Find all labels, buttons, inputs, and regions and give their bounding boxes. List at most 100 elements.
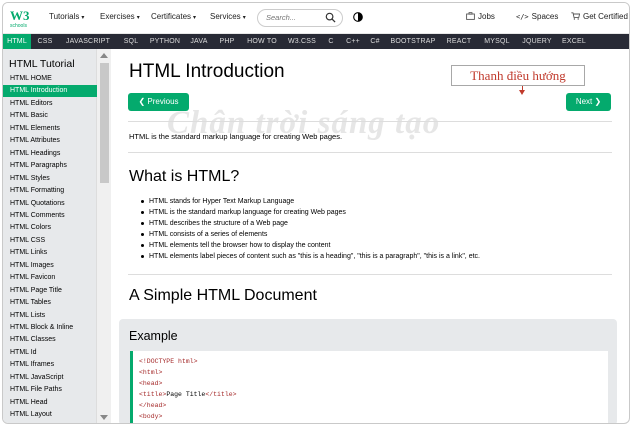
sidebar-item[interactable]: HTML Elements (3, 123, 97, 135)
lang-tab-excel[interactable]: EXCEL (557, 34, 591, 49)
top-bar: W3 schools Tutorials ▾ Exercises ▾ Certifi… (3, 3, 629, 34)
previous-button[interactable]: ❮ Previous (128, 93, 189, 111)
sidebar-item[interactable]: HTML Images (3, 260, 97, 272)
lang-tab-java[interactable]: JAVA (185, 34, 213, 49)
scroll-up-arrow-icon[interactable] (100, 53, 108, 58)
sidebar-item[interactable]: HTML Styles (3, 173, 97, 185)
nav-tutorials[interactable]: Tutorials ▾ (49, 12, 84, 21)
sidebar-item[interactable]: HTML Head (3, 397, 97, 409)
code-line: </head> (139, 400, 608, 411)
page-title: HTML Introduction (129, 61, 285, 82)
lang-tab-css[interactable]: CSS (31, 34, 59, 49)
code-line: <!DOCTYPE html> (139, 356, 608, 367)
code-tag: <body> (139, 413, 163, 420)
search-icon[interactable] (325, 12, 336, 23)
scroll-down-arrow-icon[interactable] (100, 415, 108, 420)
lang-tab-how-to[interactable]: HOW TO (241, 34, 283, 49)
jobs-label: Jobs (478, 12, 495, 21)
get-certified-link[interactable]: Get Certified (571, 12, 628, 21)
lang-tab-sql[interactable]: SQL (117, 34, 145, 49)
lang-tab-python[interactable]: PYTHON (145, 34, 185, 49)
scroll-thumb[interactable] (100, 63, 109, 183)
sidebar-item[interactable]: HTML Tables (3, 297, 97, 309)
divider (128, 152, 612, 153)
sidebar-item[interactable]: HTML CSS (3, 235, 97, 247)
nav-services[interactable]: Services ▾ (210, 12, 246, 21)
lang-tab-mysql[interactable]: MYSQL (477, 34, 517, 49)
code-block: <!DOCTYPE html> <html> <head> <title>Page T… (130, 351, 608, 423)
sidebar-scrollbar[interactable] (97, 49, 111, 423)
sidebar-item[interactable]: HTML Quotations (3, 198, 97, 210)
sidebar-item[interactable]: HTML Comments (3, 210, 97, 222)
dark-mode-icon[interactable] (353, 12, 363, 22)
sidebar-item[interactable]: HTML Page Title (3, 285, 97, 297)
lang-tab-c[interactable]: C (321, 34, 341, 49)
language-nav-bar: HTML CSS JAVASCRIPT SQL PYTHON JAVA PHP HOW TO W… (3, 34, 629, 49)
sidebar-item[interactable]: HTML Introduction (3, 85, 97, 98)
nav-tutorials-label: Tutorials (49, 12, 80, 21)
briefcase-icon (466, 12, 475, 20)
divider (128, 274, 612, 275)
list-item: HTML is the standard markup language for… (141, 207, 480, 218)
sidebar-item[interactable]: HTML File Paths (3, 384, 97, 396)
code-tag: <title> (139, 391, 167, 398)
sidebar-item[interactable]: HTML Headings (3, 148, 97, 160)
w3schools-logo[interactable]: W3 schools (9, 7, 33, 31)
nav-exercises[interactable]: Exercises ▾ (100, 12, 140, 21)
sidebar-item[interactable]: HTML Favicon (3, 272, 97, 284)
code-line: <html> (139, 367, 608, 378)
annotation-arrow-icon (519, 90, 525, 95)
sidebar-item[interactable]: HTML Attributes (3, 135, 97, 147)
chevron-down-icon: ▾ (242, 15, 246, 21)
search-input[interactable] (266, 13, 322, 22)
lang-tab-c-[interactable]: C# (365, 34, 385, 49)
spaces-label: Spaces (531, 12, 559, 21)
cart-icon (571, 12, 581, 20)
sidebar-item[interactable]: HTML Links (3, 247, 97, 259)
sidebar-item[interactable]: HTML HOME (3, 73, 97, 85)
lang-tab-jquery[interactable]: JQUERY (517, 34, 557, 49)
sidebar-item[interactable]: HTML Basic (3, 110, 97, 122)
code-line: <head> (139, 378, 608, 389)
lang-tab-php[interactable]: PHP (213, 34, 241, 49)
sidebar-item[interactable]: HTML Formatting (3, 185, 97, 197)
sidebar-item[interactable]: HTML Colors (3, 222, 97, 234)
simple-document-heading: A Simple HTML Document (129, 287, 317, 304)
sidebar-item[interactable]: HTML Layout (3, 409, 97, 421)
lang-tab-bootstrap[interactable]: BOOTSTRAP (385, 34, 441, 49)
browser-frame: W3 schools Tutorials ▾ Exercises ▾ Certifi… (2, 2, 630, 424)
lang-tab-html[interactable]: HTML (3, 34, 31, 49)
logo-text: W3 (10, 8, 30, 23)
nav-certificates-label: Certificates (151, 12, 192, 21)
nav-certificates[interactable]: Certificates ▾ (151, 12, 196, 21)
next-button[interactable]: Next ❯ (566, 93, 611, 111)
sidebar-item[interactable]: HTML Iframes (3, 359, 97, 371)
code-tag: </head> (139, 402, 167, 409)
sidebar-item[interactable]: HTML JavaScript (3, 372, 97, 384)
jobs-link[interactable]: Jobs (466, 12, 495, 21)
nav-exercises-label: Exercises (100, 12, 135, 21)
sidebar-item[interactable]: HTML Id (3, 347, 97, 359)
example-box: Example <!DOCTYPE html> <html> <head> <titl… (119, 319, 617, 423)
code-line: <body> (139, 411, 608, 422)
lang-tab-javascript[interactable]: JAVASCRIPT (59, 34, 117, 49)
list-item: HTML describes the structure of a Web pa… (141, 218, 480, 229)
sidebar-item[interactable]: HTML Lists (3, 310, 97, 322)
code-tag: <!DOCTYPE html> (139, 358, 198, 365)
divider (128, 121, 612, 122)
sidebar-item[interactable]: HTML Block & Inline (3, 322, 97, 334)
list-item: HTML consists of a series of elements (141, 229, 480, 240)
chevron-down-icon: ▾ (81, 15, 85, 21)
code-text: Page Title (166, 391, 206, 398)
lang-tab-c-[interactable]: C++ (341, 34, 365, 49)
sidebar-item[interactable]: HTML Paragraphs (3, 160, 97, 172)
spaces-link[interactable]: </> Spaces (516, 12, 558, 21)
annotation-callout: Thanh điều hướng (451, 65, 585, 86)
main-content: Chân trời sáng tạo HTML Introduction Tha… (111, 49, 629, 423)
sidebar-item[interactable]: HTML Classes (3, 334, 97, 346)
intro-paragraph: HTML is the standard markup language for… (129, 132, 343, 141)
search-box (257, 9, 343, 27)
sidebar-item[interactable]: HTML Editors (3, 98, 97, 110)
lang-tab-react[interactable]: REACT (441, 34, 477, 49)
lang-tab-w3-css[interactable]: W3.CSS (283, 34, 321, 49)
